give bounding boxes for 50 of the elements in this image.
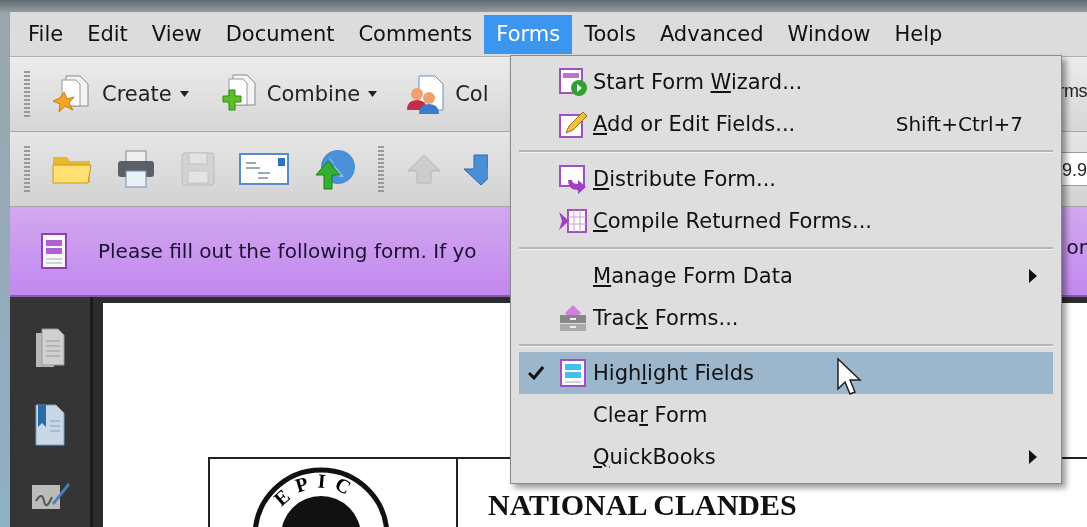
shortcut-text: Shift+Ctrl+7 (895, 112, 1023, 136)
menu-item[interactable]: Distribute Form... (519, 158, 1053, 200)
menu-item-label: Highlight Fields (593, 361, 754, 385)
zoom-field[interactable]: 9.9 (1061, 152, 1087, 186)
form-icon (40, 232, 68, 270)
menu-item[interactable]: Clear Form (519, 394, 1053, 436)
form-fields-icon (558, 358, 588, 388)
menu-item-label: Add or Edit Fields... (593, 112, 796, 136)
menu-item[interactable]: Compile Returned Forms... (519, 200, 1053, 242)
menu-item[interactable]: Advanced (647, 14, 776, 54)
form-message: or (1066, 235, 1087, 259)
submenu-arrow-icon (1029, 269, 1037, 283)
menu-item[interactable]: Comments (346, 14, 485, 54)
toolbar-button[interactable]: Combine (208, 72, 384, 116)
menu-item[interactable]: Window (775, 14, 883, 54)
menu-item-label: Start Form Wizard... (593, 70, 803, 94)
down-arrow-icon[interactable] (464, 151, 488, 187)
toolbar-button[interactable]: Create (44, 72, 195, 116)
menu-item[interactable]: Edit (75, 14, 140, 54)
bookmark-icon[interactable] (32, 401, 68, 449)
menu-item-label: Distribute Form... (593, 167, 777, 191)
tray-icon (558, 303, 588, 333)
menu-item[interactable]: Document (213, 14, 347, 54)
menu-item-label: Clear Form (593, 403, 708, 427)
caret-icon (368, 91, 378, 97)
menu-item[interactable]: File (16, 14, 76, 54)
grid-arrow-icon (558, 206, 588, 236)
menu-item[interactable]: Manage Form Data (519, 255, 1053, 297)
menu-item[interactable]: Highlight Fields (519, 352, 1053, 394)
menu-item[interactable]: Tools (572, 14, 648, 54)
envelope-icon[interactable] (238, 151, 290, 187)
mouse-pointer-icon (836, 357, 862, 397)
menu-item[interactable]: Add or Edit Fields... Shift+Ctrl+7 (519, 103, 1053, 145)
form-message: Please fill out the following form. If yo (98, 239, 477, 263)
menu-item[interactable]: QuickBooks (519, 436, 1053, 478)
form-arrow-icon (558, 164, 588, 194)
document-heading: NATIONAL CLANDES (488, 489, 797, 521)
menu-item-label: Track Forms... (593, 306, 739, 330)
menu-item[interactable]: Help (882, 14, 955, 54)
menu-item-label: Compile Returned Forms... (593, 209, 873, 233)
menu-item-label: QuickBooks (593, 445, 716, 469)
menu-item-label: Manage Form Data (593, 264, 793, 288)
toolbar-button[interactable]: Col (397, 72, 495, 116)
caret-icon (179, 91, 189, 97)
form-play-icon (558, 67, 588, 97)
form-pencil-icon (558, 109, 588, 139)
submenu-arrow-icon (1029, 450, 1037, 464)
menu-item[interactable]: Track Forms... (519, 297, 1053, 339)
menu-item[interactable]: View (139, 14, 214, 54)
menu-item[interactable]: Start Form Wizard... (519, 61, 1053, 103)
